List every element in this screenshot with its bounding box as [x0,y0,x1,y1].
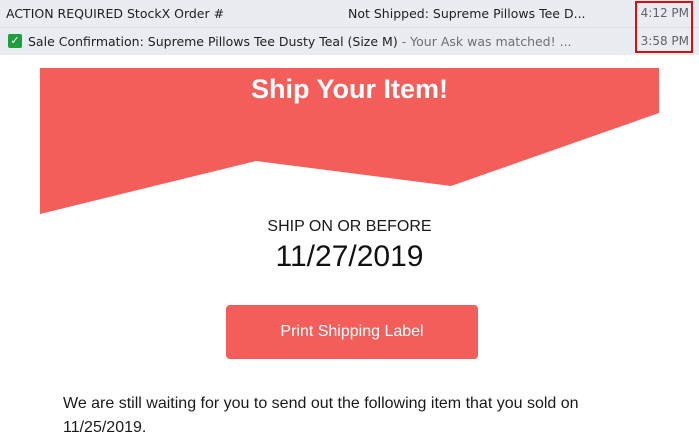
email-row-sale-confirmation[interactable]: ✓ Sale Confirmation: Supreme Pillows Tee… [0,28,699,55]
highlight-box [635,1,693,53]
check-icon: ✓ [8,34,22,48]
body-text: We are still waiting for you to send out… [63,395,579,436]
email-subject: Sale Confirmation: Supreme Pillows Tee D… [28,34,398,49]
email-summary: Sale Confirmation: Supreme Pillows Tee D… [28,28,612,55]
banner-title: Ship Your Item! [250,74,448,104]
ship-date: 11/27/2019 [275,240,424,273]
email-list: ACTION REQUIRED StockX Order # Not Shipp… [0,0,699,56]
email-preview: - Your Ask was matched! ... [397,34,572,49]
email-row-action-required[interactable]: ACTION REQUIRED StockX Order # Not Shipp… [0,0,699,28]
ship-label: SHIP ON OR BEFORE [267,218,432,235]
email-sender: ACTION REQUIRED StockX Order # [6,6,225,21]
email-subject: Not Shipped: Supreme Pillows Tee D... [348,6,586,21]
print-shipping-label-button[interactable]: Print Shipping Label [226,305,478,359]
